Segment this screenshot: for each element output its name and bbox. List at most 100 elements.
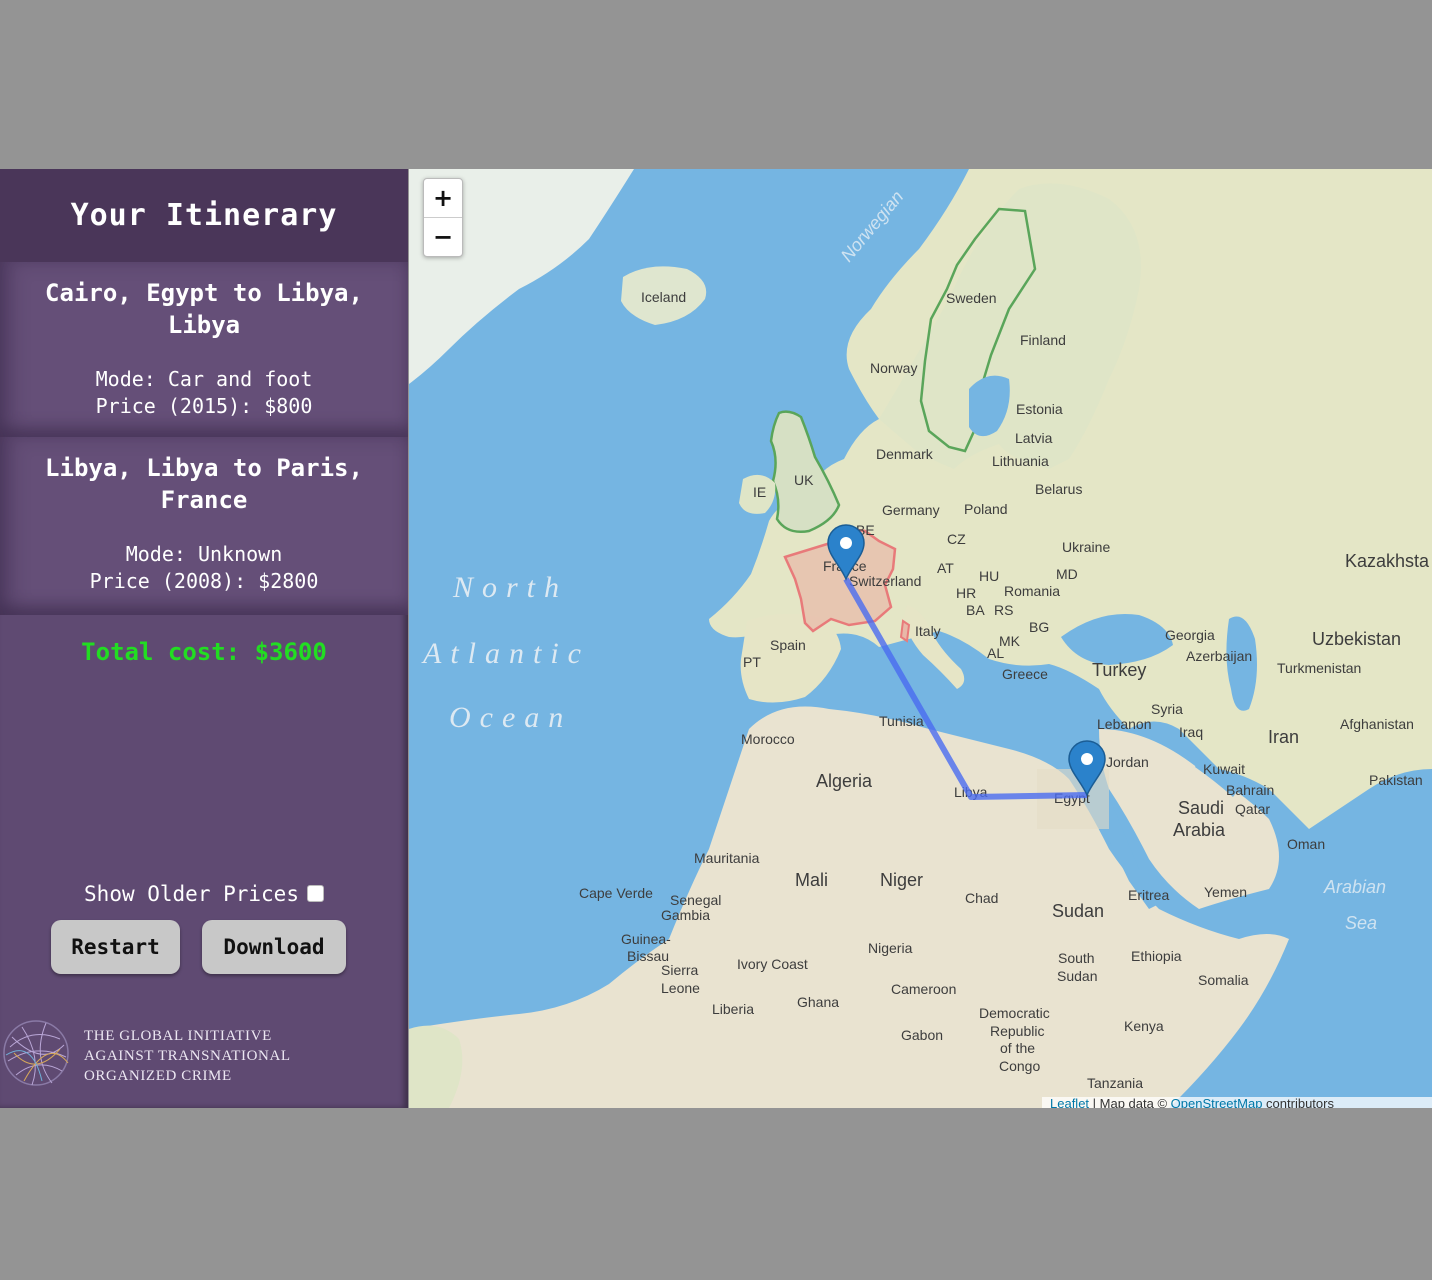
country-label: Pakistan [1369,772,1423,788]
country-label: Denmark [876,446,934,462]
country-label: Democratic [979,1005,1050,1021]
country-label: RS [994,602,1013,618]
country-label: Morocco [741,731,795,747]
country-label: Afghanistan [1340,716,1414,732]
country-label: Chad [965,890,998,906]
leg-title: Cairo, Egypt to Libya, Libya [45,279,363,339]
country-label: Uzbekistan [1312,629,1401,649]
country-label: Cameroon [891,981,956,997]
show-older-prices-checkbox[interactable] [306,885,324,902]
map[interactable]: North Atlantic Ocean Arabian Sea Norwegi… [409,169,1432,1108]
app: Your Itinerary Cairo, Egypt to Libya, Li… [0,169,1432,1108]
country-label: South [1058,950,1095,966]
leg-price: Price (2008): $2800 [89,569,319,593]
leg-title: Libya, Libya to Paris, France [45,454,363,514]
country-label: Turkmenistan [1277,660,1361,676]
country-label: Tanzania [1087,1075,1143,1091]
country-label: Greece [1002,666,1048,682]
country-label: Georgia [1165,627,1215,643]
country-label: Eritrea [1128,887,1169,903]
country-label: Bahrain [1226,782,1274,798]
country-label: Sierra [661,962,699,978]
country-label: Lebanon [1097,716,1152,732]
country-label: Leone [661,980,700,996]
itinerary-leg: Libya, Libya to Paris, France Mode: Unkn… [0,437,408,615]
logo-line: THE GLOBAL INITIATIVE [84,1028,272,1044]
country-label: Kenya [1124,1018,1164,1034]
logo-text: THE GLOBAL INITIATIVE AGAINST TRANSNATIO… [84,1026,291,1086]
country-label: Sweden [946,290,997,306]
highlight-corsica [899,619,911,643]
logo-line: AGAINST TRANSNATIONAL [84,1048,291,1064]
country-label: BG [1029,619,1049,635]
country-label: IE [753,484,766,500]
country-label: AL [987,645,1004,661]
leaflet-link[interactable]: Leaflet [1050,1097,1089,1108]
itinerary-leg: Cairo, Egypt to Libya, Libya Mode: Car a… [0,262,408,437]
ocean-label: Ocean [449,701,572,734]
sidebar-title: Your Itinerary [0,169,408,262]
country-label: Mali [795,870,828,890]
country-label: Sudan [1052,901,1104,921]
sea-label: Norwegian [837,187,908,266]
leg-mode: Mode: Car and foot [95,367,313,391]
country-label: PT [743,654,761,670]
osm-link[interactable]: OpenStreetMap [1171,1097,1263,1108]
country-label: Kuwait [1203,761,1245,777]
sea-label: Arabian [1323,877,1386,897]
country-label: Yemen [1204,884,1247,900]
country-label: Turkey [1092,660,1146,680]
country-label: Finland [1020,332,1066,348]
ocean-label: North [452,571,568,604]
country-label: Gabon [901,1027,943,1043]
map-canvas[interactable]: North Atlantic Ocean Arabian Sea Norwegi… [409,169,1432,1108]
country-label: BA [966,602,985,618]
country-label: MD [1056,566,1078,582]
country-label: of the [1000,1040,1035,1056]
country-label: Norway [870,360,917,376]
download-button[interactable]: Download [202,920,346,974]
country-label: Ghana [797,994,839,1010]
country-label: Poland [964,501,1008,517]
country-label: Arabia [1173,820,1226,840]
country-label: Senegal [670,892,721,908]
country-label: Nigeria [868,940,913,956]
attribution-suffix: contributors [1262,1097,1334,1108]
country-label: Guinea- [621,931,671,947]
country-label: Algeria [816,771,873,791]
country-label: UK [794,472,814,488]
country-label: HR [956,585,976,601]
country-label: Gambia [661,907,710,923]
country-label: Iceland [641,289,686,305]
country-label: Oman [1287,836,1325,852]
country-label: Ivory Coast [737,956,808,972]
country-label: Estonia [1016,401,1063,417]
country-label: HU [979,568,999,584]
attribution-sep: | Map data © [1089,1097,1171,1108]
leg-price: Price (2015): $800 [95,394,313,418]
country-label: Saudi [1178,798,1224,818]
country-label: Niger [880,870,923,890]
country-label: CZ [947,531,966,547]
country-label: Lithuania [992,453,1049,469]
country-label: Germany [882,502,940,518]
zoom-out-button[interactable]: − [424,218,462,256]
country-label: Republic [990,1023,1044,1039]
zoom-in-button[interactable]: + [424,179,462,218]
country-label: Tunisia [879,713,924,729]
country-label: Italy [915,623,941,639]
country-label: Mauritania [694,850,760,866]
show-older-prices-label: Show Older Prices [84,882,299,906]
sea-label: Sea [1345,913,1377,933]
restart-button[interactable]: Restart [51,920,180,974]
itinerary-sidebar: Your Itinerary Cairo, Egypt to Libya, Li… [0,169,408,1108]
logo-line: ORGANIZED CRIME [84,1068,232,1084]
country-label: Belarus [1035,481,1082,497]
country-label: Ukraine [1062,539,1110,555]
country-label: Iraq [1179,724,1203,740]
show-older-prices: Show Older Prices [0,882,408,906]
country-label: Iran [1268,727,1299,747]
total-cost: Total cost: $3600 [81,638,327,666]
country-label: Jordan [1106,754,1149,770]
country-label: Kazakhsta [1345,551,1430,571]
